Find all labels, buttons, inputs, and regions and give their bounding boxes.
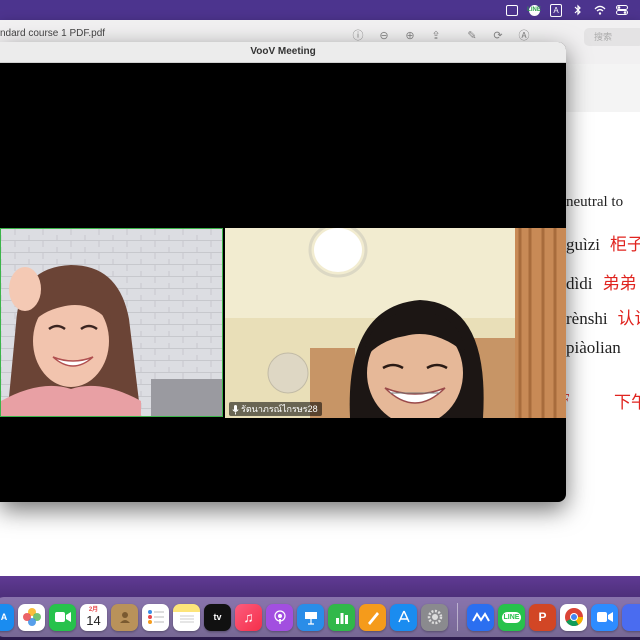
control-center-icon[interactable] <box>616 4 628 16</box>
markup-pen-icon[interactable]: ✎ <box>466 30 478 42</box>
voov-icon <box>471 612 490 622</box>
pdf-row: piàolian <box>566 338 621 357</box>
pdf-search-field[interactable]: 搜索 <box>584 28 640 46</box>
dock-app-contacts[interactable] <box>111 603 138 631</box>
pdf-tool-group: ⓘ ⊖ ⊕ ⇪ ✎ ⟳ Ⓐ <box>352 30 530 42</box>
voov-window-title: VooV Meeting <box>0 42 566 63</box>
dock-app-app-store[interactable] <box>390 603 417 631</box>
wifi-icon[interactable] <box>594 4 606 16</box>
participant-right-image <box>225 228 566 418</box>
dock-app-system-preferences[interactable] <box>421 603 448 631</box>
pdf-row-hanzi-right: 下午 <box>614 393 640 412</box>
dock-app-pages[interactable] <box>359 603 386 631</box>
dock-separator <box>457 603 458 631</box>
info-icon[interactable]: ⓘ <box>352 30 364 42</box>
pdf-page: neutral to guìzi柜子 dìdi弟弟 rènshi认识 piàol… <box>566 64 640 512</box>
participant-video-left[interactable] <box>0 228 223 417</box>
dock-app-podcasts[interactable] <box>266 603 293 631</box>
annotate-icon[interactable]: Ⓐ <box>518 30 530 42</box>
podcasts-icon <box>273 610 286 624</box>
pages-icon <box>367 612 379 625</box>
dock-app-app-store-partial[interactable]: A <box>0 603 14 631</box>
dock-app-facetime[interactable] <box>49 603 76 631</box>
zoom-in-icon[interactable]: ⊕ <box>404 30 416 42</box>
dock-app-chrome[interactable] <box>560 603 587 631</box>
bluetooth-icon[interactable] <box>572 4 584 16</box>
chrome-icon <box>564 608 583 627</box>
dock: A 2月 14 tv ♫ LINE P <box>0 597 640 637</box>
music-note-icon: ♫ <box>243 609 254 625</box>
dock-app-music[interactable]: ♫ <box>235 603 262 631</box>
powerpoint-icon: P <box>538 610 547 624</box>
reminders-icon <box>147 610 164 624</box>
dock-app-line[interactable]: LINE <box>498 603 525 631</box>
zoom-out-icon[interactable]: ⊖ <box>378 30 390 42</box>
page-header-shade <box>566 64 640 112</box>
notes-icon <box>179 615 194 623</box>
dock-app-photos[interactable] <box>18 603 45 631</box>
numbers-icon <box>335 613 348 624</box>
dock-app-zoom[interactable] <box>591 603 618 631</box>
participant-name-tag: รัตนาภรณ์ไกรษร28 <box>229 402 322 416</box>
rotate-icon[interactable]: ⟳ <box>492 30 504 42</box>
pdf-row: dìdi 弟弟 <box>566 274 637 293</box>
photos-icon <box>22 608 41 626</box>
dock-app-numbers[interactable] <box>328 603 355 631</box>
dock-app-partial[interactable] <box>622 603 640 631</box>
input-source-icon[interactable]: A <box>550 3 562 17</box>
participant-name: รัตนาภรณ์ไกรษร28 <box>241 404 318 414</box>
facetime-icon <box>54 612 71 622</box>
calendar-day: 14 <box>86 612 101 628</box>
dock-app-keynote[interactable] <box>297 603 324 631</box>
app-store-icon <box>397 610 410 623</box>
menu-bar: LINE A <box>0 0 640 20</box>
zoom-camera-icon <box>596 612 613 622</box>
participant-video-right[interactable]: รัตนาภรณ์ไกรษร28 <box>225 228 566 418</box>
pdf-document-title: ndard course 1 PDF.pdf <box>0 28 106 39</box>
pdf-row: neutral to <box>566 194 624 210</box>
line-app-icon[interactable]: LINE <box>527 4 541 16</box>
pdf-row-hanzi-left: F <box>566 390 569 410</box>
pdf-row: rènshi认识 <box>566 309 640 328</box>
pdf-row: guìzi 柜子 <box>566 235 640 254</box>
dock-app-tv[interactable]: tv <box>204 603 231 631</box>
dock-app-notes[interactable] <box>173 603 200 631</box>
dock-app-voov[interactable] <box>467 603 494 631</box>
screen-mirror-icon[interactable] <box>506 4 518 16</box>
dock-app-reminders[interactable] <box>142 603 169 631</box>
dock-app-calendar[interactable]: 2月 14 <box>80 603 107 631</box>
gear-icon <box>427 609 442 625</box>
pdf-page-lower-area <box>0 492 640 576</box>
participant-left-image <box>1 229 222 416</box>
keynote-icon <box>304 612 317 625</box>
voov-meeting-window[interactable]: VooV Meeting รัตนาภรณ์ไกรษร28 <box>0 42 566 502</box>
share-icon[interactable]: ⇪ <box>430 30 442 42</box>
microphone-icon[interactable] <box>232 404 239 414</box>
app-store-icon: A <box>0 612 8 622</box>
line-icon: LINE <box>501 611 522 623</box>
contacts-icon <box>119 612 130 623</box>
dock-app-powerpoint[interactable]: P <box>529 603 556 631</box>
tv-icon: tv <box>213 612 222 622</box>
